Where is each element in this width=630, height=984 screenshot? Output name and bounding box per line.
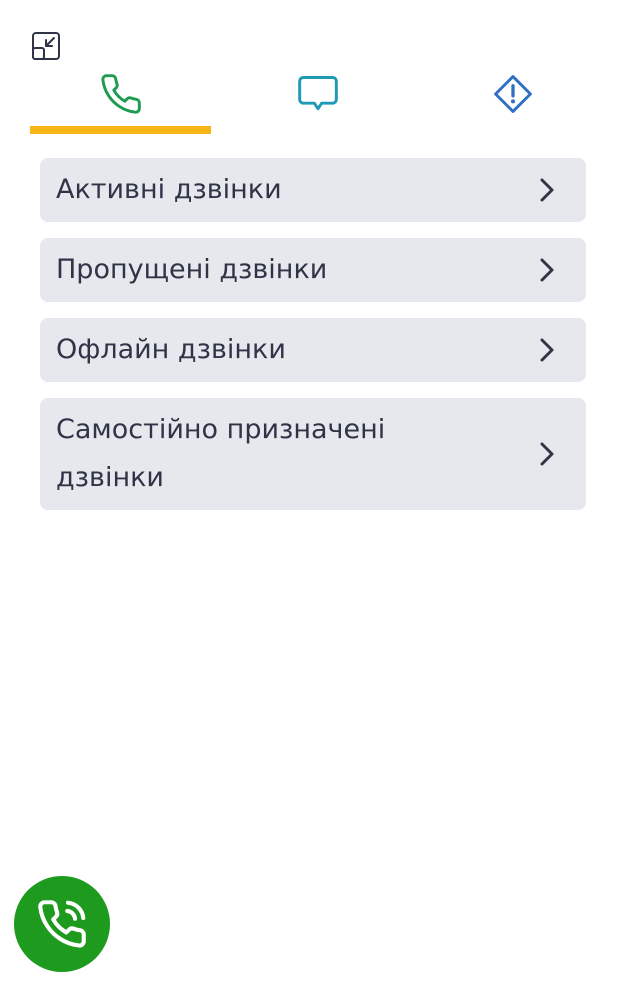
tab-alerts[interactable]	[425, 68, 600, 134]
tab-bar	[30, 68, 600, 134]
warning-diamond-icon	[493, 75, 532, 113]
start-call-button[interactable]	[14, 876, 110, 972]
list-item-label: Офлайн дзвінки	[56, 334, 286, 365]
chevron-right-icon	[536, 440, 558, 468]
tab-chat[interactable]	[211, 68, 425, 134]
list-item-label: Пропущені дзвінки	[56, 254, 328, 285]
list-item-label: Активні дзвінки	[56, 174, 282, 205]
tab-calls[interactable]	[30, 68, 211, 134]
chat-bubble-icon	[298, 76, 338, 111]
list-item-missed-calls[interactable]: Пропущені дзвінки	[40, 238, 586, 302]
list-item-offline-calls[interactable]: Офлайн дзвінки	[40, 318, 586, 382]
list-item-label: Самостійно призначені дзвінки	[56, 414, 386, 493]
page: Активні дзвінки Пропущені дзвінки Офлайн…	[0, 0, 630, 984]
call-category-list: Активні дзвінки Пропущені дзвінки Офлайн…	[40, 158, 586, 526]
chevron-right-icon	[536, 336, 558, 364]
chevron-right-icon	[536, 256, 558, 284]
chevron-right-icon	[536, 176, 558, 204]
minimize-window-icon	[32, 32, 60, 60]
phone-icon	[100, 74, 141, 114]
minimize-button[interactable]	[30, 30, 62, 62]
phone-calling-icon	[38, 900, 86, 948]
list-item-active-calls[interactable]: Активні дзвінки	[40, 158, 586, 222]
list-item-self-assigned-calls[interactable]: Самостійно призначені дзвінки	[40, 398, 586, 510]
